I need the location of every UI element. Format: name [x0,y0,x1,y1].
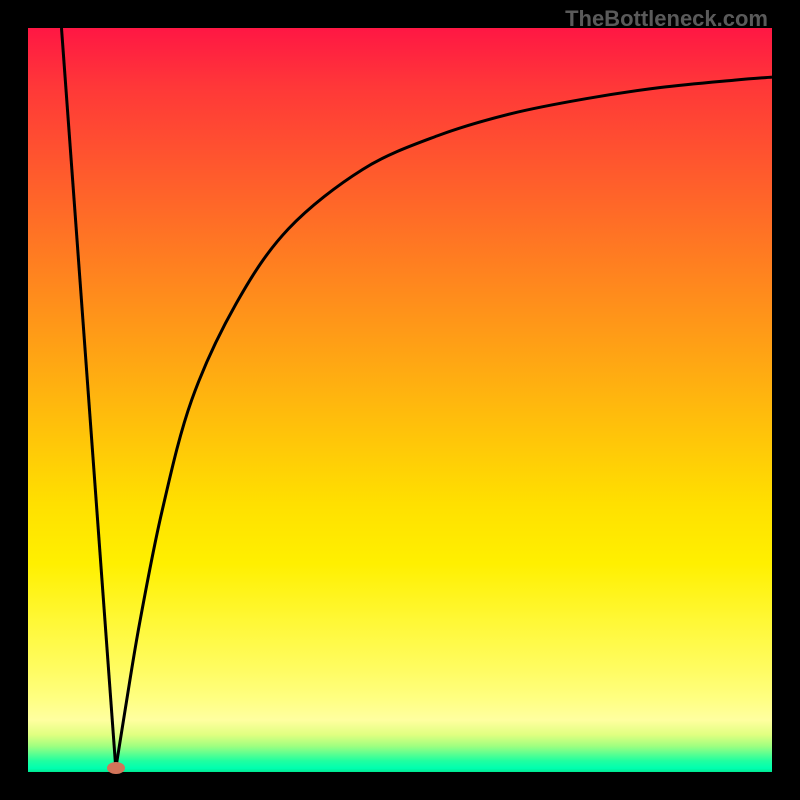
curve-left-segment [61,28,115,768]
chart-plot-area [28,28,772,772]
curve-right-segment [116,77,772,768]
chart-curves [28,28,772,772]
minimum-marker [107,762,125,774]
watermark-text: TheBottleneck.com [565,6,768,32]
